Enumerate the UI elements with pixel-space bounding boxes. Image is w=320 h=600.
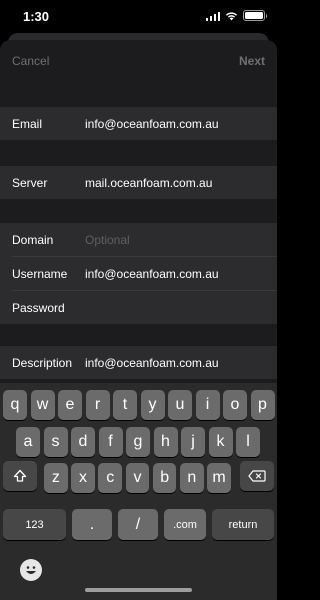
username-row[interactable]: Username info@oceanfoam.com.au	[0, 257, 277, 290]
key-b[interactable]: b	[152, 463, 177, 493]
cellular-signal-icon	[205, 11, 220, 21]
key-k[interactable]: k	[208, 427, 233, 457]
key-z[interactable]: z	[44, 463, 68, 493]
description-field[interactable]: info@oceanfoam.com.au	[85, 356, 219, 370]
status-icons	[205, 10, 267, 21]
key-e[interactable]: e	[58, 390, 82, 420]
key-h[interactable]: h	[153, 427, 178, 457]
key-o[interactable]: o	[223, 390, 247, 420]
key-j[interactable]: j	[181, 427, 205, 457]
password-label: Password	[12, 300, 65, 315]
dotcom-key[interactable]: .com	[164, 509, 206, 540]
key-d[interactable]: d	[71, 427, 95, 457]
key-f[interactable]: f	[98, 427, 123, 457]
key-a[interactable]: a	[16, 427, 40, 457]
key-u[interactable]: u	[168, 390, 192, 420]
slash-key[interactable]: /	[118, 509, 158, 540]
server-field[interactable]: mail.oceanfoam.com.au	[85, 176, 212, 190]
key-n[interactable]: n	[180, 463, 204, 493]
keyboard: qwertyuiop asdfghjkl zxcvbnm 123 . / .co…	[0, 383, 277, 600]
description-group: Description info@oceanfoam.com.au	[0, 346, 277, 379]
domain-row[interactable]: Domain Optional	[0, 223, 277, 256]
key-i[interactable]: i	[195, 390, 220, 420]
battery-icon	[243, 10, 267, 21]
description-row[interactable]: Description info@oceanfoam.com.au	[0, 346, 277, 379]
wifi-icon	[226, 11, 237, 20]
next-button[interactable]: Next	[239, 54, 265, 68]
key-l[interactable]: l	[236, 427, 260, 457]
key-c[interactable]: c	[98, 463, 123, 493]
email-group: Email info@oceanfoam.com.au	[0, 107, 277, 140]
key-g[interactable]: g	[126, 427, 150, 457]
username-field[interactable]: info@oceanfoam.com.au	[85, 267, 219, 281]
key-m[interactable]: m	[207, 463, 231, 493]
email-row[interactable]: Email info@oceanfoam.com.au	[0, 107, 277, 140]
key-t[interactable]: t	[113, 390, 137, 420]
domain-label: Domain	[12, 232, 54, 247]
home-indicator	[85, 588, 192, 592]
shift-icon	[13, 469, 27, 482]
key-p[interactable]: p	[250, 390, 275, 420]
key-w[interactable]: w	[30, 390, 55, 420]
key-y[interactable]: y	[140, 390, 165, 420]
domain-field[interactable]: Optional	[85, 233, 130, 247]
email-label: Email	[12, 116, 43, 131]
username-label: Username	[12, 266, 68, 281]
key-v[interactable]: v	[125, 463, 150, 493]
status-time: 1:30	[23, 9, 50, 24]
cancel-button[interactable]: Cancel	[12, 54, 49, 68]
delete-icon	[248, 470, 266, 482]
shift-key[interactable]	[3, 461, 37, 491]
nav-bar: Cancel Next	[0, 40, 277, 82]
status-bar: 1:30	[0, 0, 277, 36]
numbers-key[interactable]: 123	[3, 509, 66, 540]
password-row[interactable]: Password	[0, 291, 277, 324]
description-label: Description	[12, 355, 73, 370]
email-field[interactable]: info@oceanfoam.com.au	[85, 117, 219, 131]
key-x[interactable]: x	[71, 463, 95, 493]
key-s[interactable]: s	[43, 427, 68, 457]
key-q[interactable]: q	[3, 390, 27, 420]
dot-key[interactable]: .	[72, 509, 112, 540]
server-label: Server	[12, 175, 48, 190]
server-group: Server mail.oceanfoam.com.au	[0, 166, 277, 199]
key-r[interactable]: r	[85, 390, 110, 420]
emoji-icon[interactable]	[20, 559, 42, 581]
server-row[interactable]: Server mail.oceanfoam.com.au	[0, 166, 277, 199]
credentials-group: Domain Optional Username info@oceanfoam.…	[0, 223, 277, 324]
return-key[interactable]: return	[212, 509, 274, 540]
delete-key[interactable]	[240, 461, 274, 491]
